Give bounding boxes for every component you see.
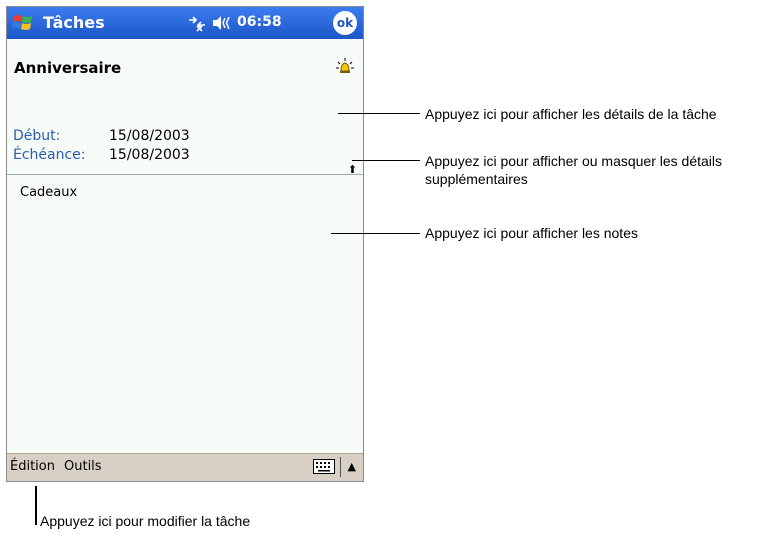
input-panel-arrow-icon[interactable]: ▲ [348, 460, 356, 473]
edit-menu[interactable]: Édition [10, 459, 55, 474]
callout-edit: Appuyez ici pour modifier la tâche [40, 513, 251, 529]
callout-notes: Appuyez ici pour afficher les notes [425, 225, 638, 241]
start-label: Début: [13, 128, 61, 144]
task-title: Anniversaire [14, 59, 122, 77]
title-bar: Tâches 06:58 ok [7, 7, 363, 39]
keyboard-icon[interactable] [313, 459, 335, 474]
start-date-row: Début: 15/08/2003 [13, 128, 190, 144]
task-summary[interactable]: Anniversaire Début: 15/08/2003 Échéance:… [7, 39, 363, 176]
windows-start-icon[interactable] [12, 11, 36, 35]
reminder-bell-icon [336, 58, 354, 73]
menu-separator [340, 457, 341, 477]
due-value: 15/08/2003 [109, 147, 190, 163]
due-label: Échéance: [13, 147, 86, 163]
callout-toggle-line1: Appuyez ici pour afficher ou masquer les… [425, 153, 723, 169]
callout-line-edit [35, 486, 37, 525]
pocket-pc-screen: Tâches 06:58 ok Anniversaire Début: 15/0… [6, 6, 364, 482]
callout-toggle-line2: supplémentaires [425, 171, 528, 187]
tools-menu[interactable]: Outils [64, 459, 102, 474]
callout-line-notes [331, 233, 420, 234]
callout-line-details [338, 113, 420, 114]
callout-line-toggle [352, 160, 420, 161]
connectivity-icon[interactable] [187, 14, 207, 32]
notes-area[interactable]: Cadeaux [7, 175, 363, 456]
callout-details: Appuyez ici pour afficher les détails de… [425, 106, 717, 122]
volume-icon[interactable] [212, 15, 230, 31]
due-date-row: Échéance: 15/08/2003 [13, 147, 190, 163]
app-title: Tâches [43, 13, 105, 32]
notes-text: Cadeaux [20, 185, 78, 200]
menu-bar: Édition Outils ▲ [7, 453, 363, 481]
clock-time[interactable]: 06:58 [237, 14, 282, 30]
ok-button[interactable]: ok [333, 11, 357, 35]
start-value: 15/08/2003 [109, 128, 190, 144]
